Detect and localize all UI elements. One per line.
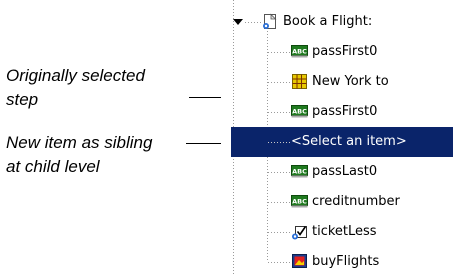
tree-item-label: creditnumber bbox=[312, 194, 400, 209]
edit-field-icon: ABC bbox=[291, 163, 308, 180]
tree-node-label: Book a Flight: bbox=[283, 14, 373, 29]
tree-connector bbox=[268, 232, 291, 233]
tree-connector bbox=[268, 82, 291, 83]
grid-table-icon bbox=[291, 73, 308, 90]
tree-connector bbox=[268, 172, 291, 173]
checkbox-icon bbox=[291, 223, 308, 240]
tree-connector bbox=[268, 112, 291, 113]
svg-text:ABC: ABC bbox=[292, 108, 307, 116]
svg-text:ABC: ABC bbox=[292, 48, 307, 56]
callout-new-line1: New item as sibling bbox=[6, 133, 153, 152]
svg-text:ABC: ABC bbox=[292, 168, 307, 176]
tree-connector bbox=[268, 52, 291, 53]
tree-item-passfirst0[interactable]: ABC passFirst0 bbox=[221, 37, 453, 67]
tree-item-label: passFirst0 bbox=[312, 104, 378, 119]
tree-connector bbox=[268, 142, 290, 143]
tree-item-label: passFirst0 bbox=[312, 44, 378, 59]
tree-item-passfirst0-original[interactable]: ABC passFirst0 bbox=[221, 97, 453, 127]
tree-item-ticketless[interactable]: ticketLess bbox=[221, 217, 453, 247]
tree-item-select-an-item[interactable]: <Select an item> bbox=[221, 127, 453, 157]
tree-connector bbox=[268, 202, 291, 203]
tree-item-passlast0[interactable]: ABC passLast0 bbox=[221, 157, 453, 187]
tree-item-label: buyFlights bbox=[312, 254, 380, 269]
edit-field-icon: ABC bbox=[291, 43, 308, 60]
tree-node-root[interactable]: Book a Flight: bbox=[221, 7, 453, 37]
collapse-triangle-icon[interactable] bbox=[233, 19, 243, 25]
tree-item-creditnumber[interactable]: ABC creditnumber bbox=[221, 187, 453, 217]
svg-text:ABC: ABC bbox=[292, 198, 307, 206]
tree-item-label: <Select an item> bbox=[291, 134, 407, 149]
page-icon bbox=[261, 13, 278, 30]
tree-item-buyflights[interactable]: buyFlights bbox=[221, 247, 453, 277]
tree-connector bbox=[268, 262, 291, 263]
callout-new-line2: at child level bbox=[6, 157, 100, 176]
tree-view: Book a Flight: ABC passFirst0 New York t… bbox=[221, 0, 453, 276]
callout-original-line2: step bbox=[6, 90, 39, 109]
tree-item-label: New York to bbox=[312, 74, 389, 89]
image-button-icon bbox=[291, 253, 308, 270]
tree-item-new-york-to[interactable]: New York to bbox=[221, 67, 453, 97]
edit-field-icon: ABC bbox=[291, 193, 308, 210]
tree-item-label: ticketLess bbox=[312, 224, 377, 239]
tree-item-label: passLast0 bbox=[312, 164, 378, 179]
edit-field-icon: ABC bbox=[291, 103, 308, 120]
callout-original-line1: Originally selected bbox=[6, 66, 145, 85]
